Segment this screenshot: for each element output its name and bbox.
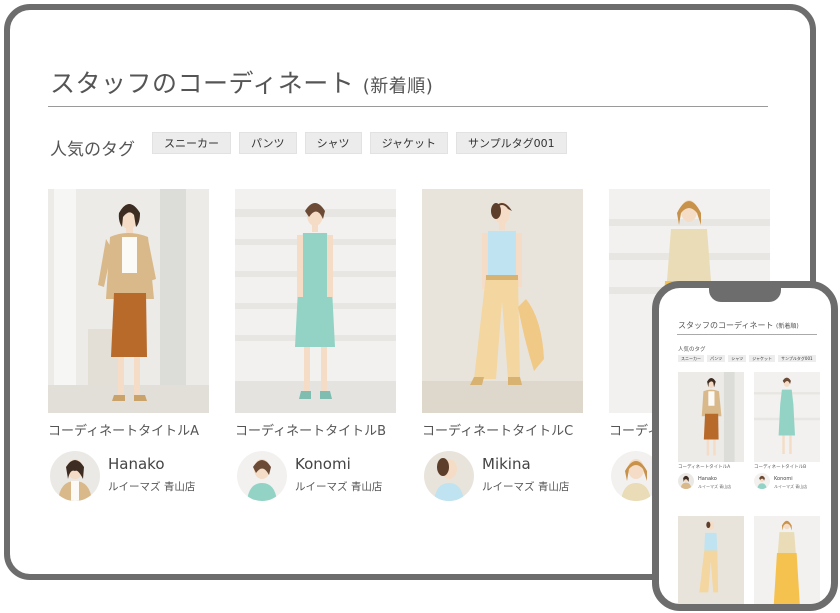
phone-coordinate-title[interactable]: コーディネートタイトルB xyxy=(754,464,806,470)
phone-page-title-text: スタッフのコーディネート xyxy=(678,321,774,330)
title-divider xyxy=(48,106,768,107)
phone-coordinate-photo[interactable] xyxy=(678,516,744,604)
phone-frame: スタッフのコーディネート (新着順) 人気のタグ スニーカー パンツ シャツ ジ… xyxy=(652,281,838,611)
phone-tag-pants[interactable]: パンツ xyxy=(707,355,726,362)
phone-shop-name: ルイーマズ 青山店 xyxy=(774,484,808,489)
phone-page-title-suffix: (新着順) xyxy=(776,323,799,330)
staff-name[interactable]: Mikina xyxy=(482,455,531,473)
tag-sneaker[interactable]: スニーカー xyxy=(152,132,231,154)
phone-staff-name[interactable]: Hanako xyxy=(698,476,717,482)
phone-coordinate-photo[interactable] xyxy=(754,516,820,604)
phone-shop-name: ルイーマズ 青山店 xyxy=(698,484,732,489)
phone-popular-tags: スニーカー パンツ シャツ ジャケット サンプルタグ001 xyxy=(678,355,816,362)
phone-title-divider xyxy=(677,334,817,335)
phone-coordinate-title[interactable]: コーディネートタイトルA xyxy=(678,464,730,470)
avatar[interactable] xyxy=(50,451,100,501)
popular-tags: スニーカー パンツ シャツ ジャケット サンプルタグ001 xyxy=(152,132,567,154)
phone-tag-jacket[interactable]: ジャケット xyxy=(749,355,776,362)
phone-popular-tags-label: 人気のタグ xyxy=(678,347,706,353)
tag-shirt[interactable]: シャツ xyxy=(304,132,362,154)
phone-notch xyxy=(709,288,781,302)
phone-coordinate-photo[interactable] xyxy=(754,372,820,462)
coordinate-title[interactable]: コーディネートタイトルA xyxy=(48,420,199,439)
popular-tags-label: 人気のタグ xyxy=(50,140,135,160)
phone-staff-name[interactable]: Konomi xyxy=(774,476,793,482)
avatar[interactable] xyxy=(424,451,474,501)
page-title: スタッフのコーディネート (新着順) xyxy=(50,64,433,100)
staff-name[interactable]: Konomi xyxy=(295,455,351,473)
phone-avatar[interactable] xyxy=(754,473,770,489)
coordinate-title[interactable]: コーディネートタイトルB xyxy=(235,420,386,439)
page-title-suffix: (新着順) xyxy=(362,76,434,97)
phone-avatar[interactable] xyxy=(678,473,694,489)
coordinate-title[interactable]: コーディネートタイトルC xyxy=(422,420,573,439)
coordinate-photo[interactable] xyxy=(422,189,583,413)
coordinate-photo[interactable] xyxy=(48,189,209,413)
phone-tag-shirt[interactable]: シャツ xyxy=(728,355,747,362)
phone-tag-sneaker[interactable]: スニーカー xyxy=(678,355,704,362)
page-title-text: スタッフのコーディネート xyxy=(50,69,355,98)
shop-name: ルイーマズ 青山店 xyxy=(482,481,570,493)
phone-coordinate-photo[interactable] xyxy=(678,372,744,462)
tag-jacket[interactable]: ジャケット xyxy=(369,132,449,154)
shop-name: ルイーマズ 青山店 xyxy=(108,481,196,493)
tag-sample-001[interactable]: サンプルタグ001 xyxy=(456,132,567,154)
tag-pants[interactable]: パンツ xyxy=(239,132,297,154)
phone-page-title: スタッフのコーディネート (新着順) xyxy=(678,320,799,331)
shop-name: ルイーマズ 青山店 xyxy=(295,481,383,493)
coordinate-photo[interactable] xyxy=(235,189,396,413)
avatar[interactable] xyxy=(237,451,287,501)
staff-name[interactable]: Hanako xyxy=(108,455,165,473)
phone-tag-sample-001[interactable]: サンプルタグ001 xyxy=(778,355,816,362)
